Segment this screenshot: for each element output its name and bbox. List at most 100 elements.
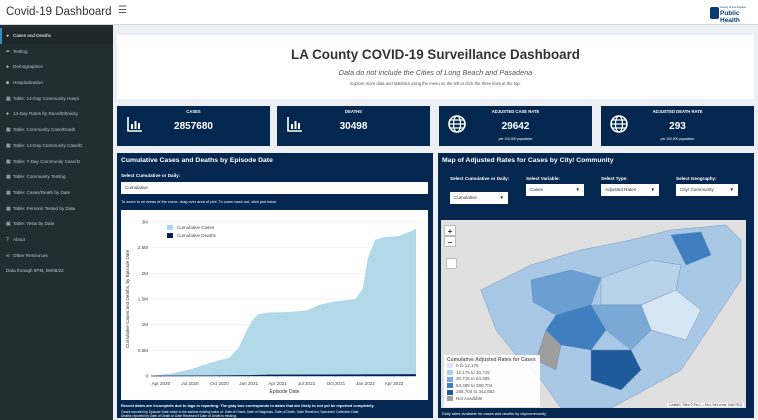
- legend-swatch: [447, 369, 453, 375]
- select-label: Select Type:: [601, 176, 628, 181]
- caret-down-icon: ▼: [499, 195, 504, 200]
- deaths-note: Deaths reported by Date of Death or Date…: [121, 414, 237, 418]
- sidebar-item-table-community-case-death[interactable]: ▦ Table: Community Case/Death: [0, 122, 113, 138]
- stat-subtext: per 100,000 population: [498, 137, 533, 141]
- top-bar: Covid-19 Dashboard ☰ County of Los Angel…: [0, 0, 758, 25]
- choropleth-map[interactable]: + − Cumulative Adjusted Rates for Cases …: [441, 220, 746, 408]
- main-content: LA County COVID-19 Surveillance Dashboar…: [113, 25, 758, 420]
- hospital-icon: ■: [6, 80, 10, 87]
- table-icon: ▦: [6, 221, 11, 228]
- stat-cases: CASES 2857680: [117, 106, 270, 146]
- sidebar-item-label: Table: Community Testing: [13, 174, 66, 180]
- table-icon: ▦: [6, 174, 11, 181]
- panel-title: Cumulative Cases and Deaths by Episode D…: [121, 157, 273, 164]
- sidebar-item-label: Other Resources: [13, 252, 48, 258]
- x-axis-label: Episode Date: [269, 389, 299, 395]
- link-icon: ∞: [6, 252, 10, 259]
- type-select[interactable]: Adjusted Rates ▼: [601, 184, 659, 196]
- y-axis-label: Cumulative Cases and Deaths, by Episode …: [125, 249, 130, 348]
- stat-label: CASES: [186, 109, 201, 114]
- x-tick-label: Apr 2022: [385, 381, 404, 386]
- zoom-hint: To zoom in on areas of the curve, drag o…: [121, 199, 278, 204]
- sidebar-item-label: Table: Community Case/Death: [13, 127, 76, 133]
- table-icon: ▦: [6, 205, 11, 212]
- legend-entry: 0 to 12,175: [447, 363, 537, 370]
- table-icon: ▦: [6, 95, 11, 102]
- stat-value: 30498: [339, 121, 368, 132]
- sidebar-item-label: Cases and Deaths: [13, 33, 51, 38]
- stat-adjusted-death-rate: ADJUSTED DEATH RATE 293 per 100,000 popu…: [601, 106, 754, 146]
- sidebar-item-label: Hospitalization: [13, 80, 43, 86]
- sidebar-item-table-community-testing[interactable]: ▦ Table: Community Testing: [0, 169, 113, 185]
- table-icon: ▦: [6, 127, 11, 134]
- title-box: LA County COVID-19 Surveillance Dashboar…: [117, 35, 754, 99]
- sidebar-item-label: About: [13, 236, 26, 242]
- caret-down-icon: ▼: [575, 187, 580, 192]
- hamburger-icon[interactable]: ☰: [118, 5, 127, 16]
- sidebar-item-label: Table: 14-Day Community Hospi: [13, 95, 79, 101]
- select-value: City/ Community: [680, 187, 714, 192]
- sidebar-item-table-7-day-case[interactable]: ▦ Table: 7-Day Community Case/D: [0, 154, 113, 170]
- caret-down-icon: ▼: [729, 187, 734, 192]
- x-tick-label: Oct 2020: [210, 381, 229, 386]
- variable-select[interactable]: Cases ▼: [526, 184, 584, 196]
- y-tick-label: 0: [145, 374, 148, 379]
- legend-label: Cumulative Deaths: [177, 233, 217, 238]
- sidebar: ◕ Cases and Deaths ✒ Testing ● Demographics…: [0, 25, 113, 420]
- legend-swatch: [447, 383, 453, 389]
- users-icon: ●: [6, 64, 10, 71]
- stat-value: 29642: [501, 121, 530, 132]
- sidebar-item-cases-and-deaths[interactable]: ◕ Cases and Deaths: [0, 28, 113, 44]
- stat-adjusted-case-rate: ADJUSTED CASE RATE 29642 per 100,000 pop…: [439, 106, 592, 146]
- stat-subtext: per 100,000 population: [660, 137, 695, 141]
- x-tick-label: Oct 2021: [327, 381, 346, 386]
- sidebar-item-table-cases-by-date[interactable]: ▦ Table: Cases/Death by Date: [0, 185, 113, 201]
- legend-swatch: [447, 396, 453, 402]
- cumulative-chart-svg[interactable]: 0 0.5M 1M 1.5M 2M 2.5M 3M Apr 2020 Jul 2020 Oct 2…: [121, 210, 428, 400]
- zoom-out-button[interactable]: −: [444, 236, 456, 247]
- y-tick-label: 1M: [142, 322, 149, 327]
- sidebar-item-hospitalization[interactable]: ■ Hospitalization: [0, 75, 113, 91]
- stat-value: 293: [669, 121, 686, 132]
- sidebar-item-label: Table: 14-Day Community Case/D: [13, 142, 83, 148]
- sidebar-item-demographics[interactable]: ● Demographics: [0, 59, 113, 75]
- legend-entry: 30,715 to 64,495: [447, 376, 537, 383]
- sidebar-item-table-tests-by-date[interactable]: ▦ Table: Tests by Date: [0, 216, 113, 232]
- sidebar-item-race-ethnicity[interactable]: ● 14-Day Rates by Race/Ethnicity: [0, 106, 113, 122]
- legend-label: 30,715 to 64,495: [456, 376, 490, 382]
- cumulative-daily-select[interactable]: Cumulative: [121, 182, 428, 194]
- sidebar-item-table-persons-tested[interactable]: ▦ Table: Persons Tested by Date: [0, 201, 113, 217]
- y-tick-label: 2.5M: [138, 245, 148, 250]
- dashboard-icon: ◕: [6, 33, 10, 39]
- geography-select[interactable]: City/ Community ▼: [676, 184, 738, 196]
- sidebar-item-table-14-day-hosp[interactable]: ▦ Table: 14-Day Community Hospi: [0, 91, 113, 107]
- x-tick-label: Jan 2022: [356, 381, 375, 386]
- caret-down-icon: ▼: [650, 187, 655, 192]
- logo-title: Public Health: [720, 10, 740, 24]
- x-tick-label: Apr 2020: [152, 381, 171, 386]
- sidebar-item-label: Testing: [13, 48, 28, 54]
- users-icon: ●: [6, 111, 10, 118]
- sidebar-item-other-resources[interactable]: ∞ Other Resources: [0, 248, 113, 264]
- sidebar-item-testing[interactable]: ✒ Testing: [0, 44, 113, 60]
- map-attribution[interactable]: Leaflet | Tiles © Esri — Esri, DeLorme, …: [667, 403, 744, 407]
- y-tick-label: 0.5M: [138, 348, 148, 353]
- sidebar-item-about[interactable]: ? About: [0, 232, 113, 248]
- select-label: Select Cumulative or Daily:: [121, 173, 181, 178]
- select-label: Select Cumulative or Daily:: [450, 176, 510, 181]
- select-label: Select Geography:: [676, 176, 717, 181]
- legend-label: 64,495 to 288,704: [456, 382, 493, 388]
- map-legend: Cumulative Adjusted Rates for Cases 0 to…: [444, 355, 540, 407]
- data-through-note: Data through 6PM, 06/08/22: [6, 268, 64, 274]
- sidebar-item-table-14-day-case[interactable]: ▦ Table: 14-Day Community Case/D: [0, 138, 113, 154]
- stat-label: ADJUSTED DEATH RATE: [652, 109, 703, 114]
- layers-icon[interactable]: [446, 258, 457, 269]
- zoom-in-button[interactable]: +: [444, 225, 456, 236]
- logo-subtitle: County of Los Angeles: [720, 6, 746, 9]
- legend-swatch: [447, 389, 453, 395]
- select-value: Cases: [530, 187, 544, 192]
- cumulative-chart[interactable]: 0 0.5M 1M 1.5M 2M 2.5M 3M Apr 2020 Jul 2020 Oct 2…: [121, 210, 428, 400]
- legend-label: Cumulative Cases: [177, 225, 215, 230]
- map-cumulative-select[interactable]: Cumulative ▼: [450, 192, 508, 204]
- app-title[interactable]: Covid-19 Dashboard: [0, 0, 113, 25]
